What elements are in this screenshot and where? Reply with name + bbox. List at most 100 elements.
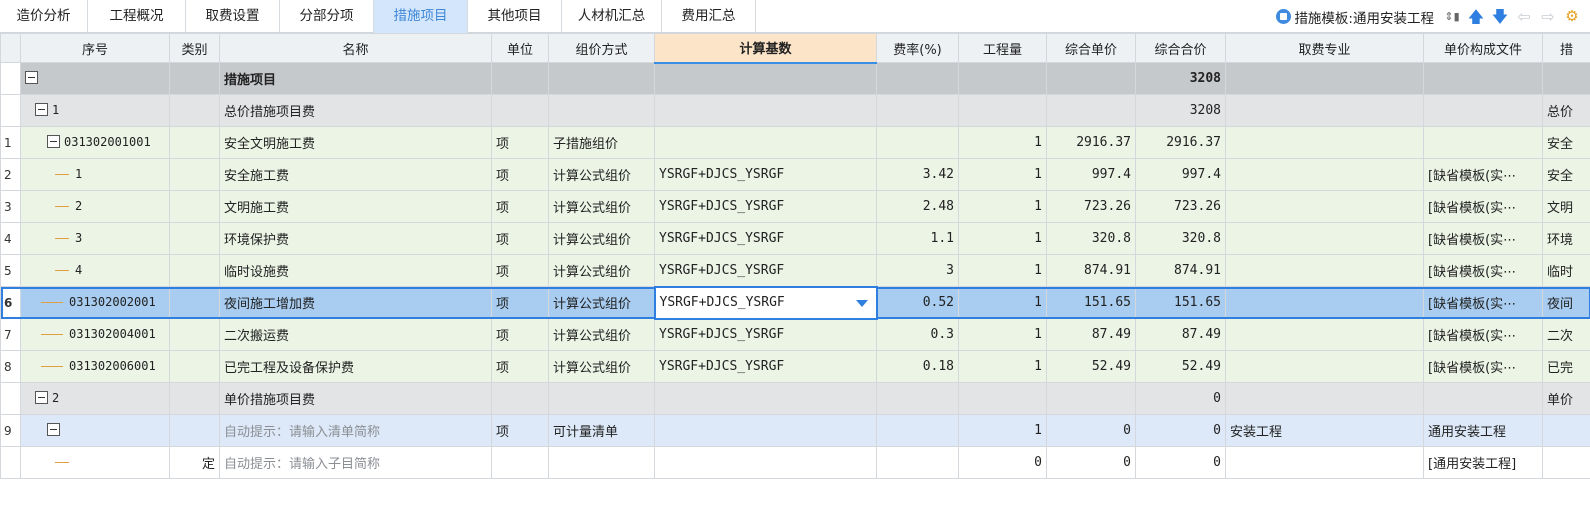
extra-cell[interactable]: 单价 [1542,382,1590,415]
total-cell[interactable]: 320.8 [1135,222,1226,255]
collapse-icon[interactable] [35,391,48,404]
method-cell[interactable] [548,62,655,95]
base-cell[interactable] [654,94,877,127]
method-cell[interactable]: 计算公式组价 [548,222,655,255]
extra-cell[interactable] [1542,414,1590,447]
table-row[interactable]: 1 总价措施项目费 3208 总价 [0,94,1590,127]
header-price-file[interactable]: 单价构成文件 [1423,33,1543,63]
rate-cell[interactable] [876,94,959,127]
qty-cell[interactable]: 1 [958,286,1047,319]
header-corner[interactable] [0,33,21,63]
calc-base-dropdown[interactable]: YSRGF+DJCS_YSRGF [653,285,878,320]
header-rate[interactable]: 费率(%) [876,33,959,63]
unit-cell[interactable]: 项 [491,414,549,447]
method-cell[interactable]: 子措施组价 [548,126,655,159]
category-cell[interactable] [169,94,220,127]
name-cell[interactable]: 二次搬运费 [219,318,492,351]
price-cell[interactable]: 0 [1046,446,1136,479]
category-cell[interactable] [169,158,220,191]
major-cell[interactable] [1225,158,1424,191]
file-cell[interactable]: [缺省模板(实⋯ [1423,318,1543,351]
table-row[interactable]: 2 1 安全施工费 项 计算公式组价 YSRGF+DJCS_YSRGF 3.42… [0,158,1590,191]
unit-cell[interactable]: 项 [491,222,549,255]
price-cell[interactable]: 87.49 [1046,318,1136,351]
qty-cell[interactable]: 1 [958,318,1047,351]
move-down-icon[interactable]: 🡇 [1488,0,1512,33]
method-cell[interactable] [548,446,655,479]
table-row[interactable]: 9 自动提示：请输入清单简称 项 可计量清单 1 0 0 安装工程 通用安装工程 [0,414,1590,447]
header-calc-base[interactable]: 计算基数 [654,33,877,64]
major-cell[interactable] [1225,286,1424,319]
major-cell[interactable] [1225,190,1424,223]
method-cell[interactable]: 计算公式组价 [548,158,655,191]
header-total-price[interactable]: 综合合价 [1135,33,1226,63]
base-cell[interactable] [654,126,877,159]
qty-cell[interactable] [958,382,1047,415]
name-cell[interactable]: 夜间施工增加费 [219,286,492,319]
name-input[interactable]: 自动提示：请输入清单简称 [219,414,492,447]
file-cell[interactable]: [缺省模板(实⋯ [1423,286,1543,319]
unit-cell[interactable]: 项 [491,286,549,319]
price-cell[interactable] [1046,94,1136,127]
file-cell[interactable] [1423,382,1543,415]
header-unit-price[interactable]: 综合单价 [1046,33,1136,63]
seq-cell[interactable]: 031302004001 [20,318,170,351]
seq-cell[interactable]: 2 [20,382,170,415]
tab-project-overview[interactable]: 工程概况 [88,0,186,33]
header-fee-major[interactable]: 取费专业 [1225,33,1424,63]
base-cell[interactable]: YSRGF+DJCS_YSRGF [654,190,877,223]
tab-labor-material-summary[interactable]: 人材机汇总 [562,0,662,33]
unit-cell[interactable]: 项 [491,126,549,159]
seq-cell[interactable]: 2 [20,190,170,223]
unit-cell[interactable] [491,94,549,127]
major-cell[interactable] [1225,350,1424,383]
tab-cost-analysis[interactable]: 造价分析 [0,0,88,33]
total-cell[interactable]: 87.49 [1135,318,1226,351]
header-extra[interactable]: 措 [1542,33,1590,63]
unit-cell[interactable]: 项 [491,254,549,287]
name-cell[interactable]: 环境保护费 [219,222,492,255]
category-cell[interactable] [169,414,220,447]
price-cell[interactable] [1046,382,1136,415]
tab-sub-items[interactable]: 分部分项 [280,0,374,33]
price-cell[interactable]: 2916.37 [1046,126,1136,159]
name-cell[interactable]: 文明施工费 [219,190,492,223]
file-cell[interactable] [1423,62,1543,95]
header-unit[interactable]: 单位 [491,33,549,63]
major-cell[interactable] [1225,62,1424,95]
unit-cell[interactable] [491,446,549,479]
major-cell[interactable] [1225,382,1424,415]
category-cell[interactable] [169,126,220,159]
method-cell[interactable] [548,382,655,415]
extra-cell[interactable] [1542,62,1590,95]
major-cell[interactable] [1225,446,1424,479]
extra-cell[interactable] [1542,446,1590,479]
base-cell[interactable] [654,62,877,95]
name-cell[interactable]: 临时设施费 [219,254,492,287]
base-cell[interactable]: YSRGF+DJCS_YSRGF [654,158,877,191]
seq-cell[interactable]: 1 [20,158,170,191]
collapse-icon[interactable] [47,423,60,436]
seq-cell[interactable]: 031302006001 [20,350,170,383]
qty-cell[interactable]: 1 [958,158,1047,191]
tab-other-items[interactable]: 其他项目 [468,0,562,33]
header-category[interactable]: 类别 [169,33,220,63]
extra-cell[interactable]: 已完 [1542,350,1590,383]
table-row-selected[interactable]: 6 031302002001 夜间施工增加费 项 计算公式组价 YSRGF+DJ… [0,285,1590,320]
file-cell[interactable]: [通用安装工程] [1423,446,1543,479]
major-cell[interactable] [1225,126,1424,159]
template-icon[interactable] [1276,9,1292,24]
category-cell[interactable] [169,286,220,319]
table-row[interactable]: 措施项目 3208 [0,62,1590,95]
file-cell[interactable]: [缺省模板(实⋯ [1423,190,1543,223]
name-cell[interactable]: 总价措施项目费 [219,94,492,127]
extra-cell[interactable]: 二次 [1542,318,1590,351]
extra-cell[interactable]: 文明 [1542,190,1590,223]
qty-cell[interactable] [958,94,1047,127]
extra-cell[interactable]: 总价 [1542,94,1590,127]
total-cell[interactable]: 997.4 [1135,158,1226,191]
arrow-left-icon[interactable]: ⇦ [1512,0,1536,33]
qty-cell[interactable]: 1 [958,254,1047,287]
unit-cell[interactable]: 项 [491,350,549,383]
seq-cell[interactable]: 031302001001 [20,126,170,159]
